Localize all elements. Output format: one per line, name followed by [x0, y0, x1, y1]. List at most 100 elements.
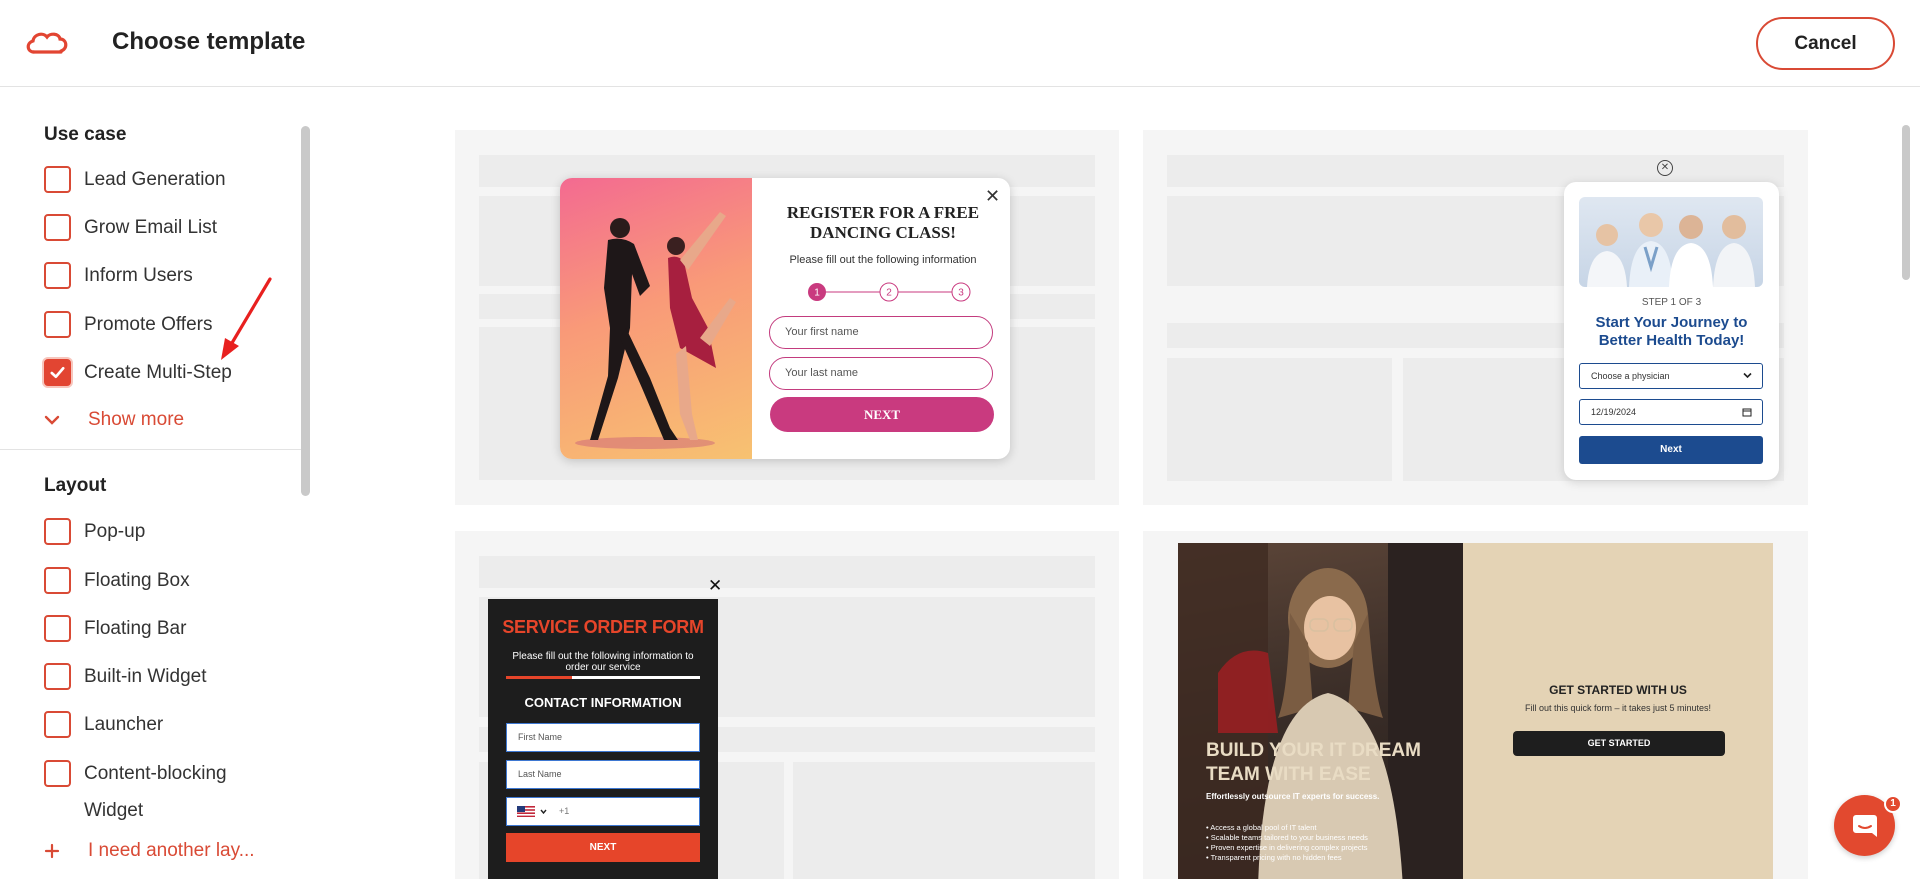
template-card-service-order[interactable]: ✕ SERVICE ORDER FORM Please fill out the… [455, 531, 1119, 879]
step-2: 2 [886, 288, 892, 299]
checkbox[interactable] [44, 759, 71, 787]
section-divider [0, 449, 302, 450]
filter-lead-generation[interactable]: Lead Generation [44, 164, 304, 194]
calendar-icon [1742, 408, 1752, 417]
it-form-title: GET STARTED WITH US [1549, 683, 1687, 697]
filter-label: Pop-up [84, 520, 146, 542]
filter-floating-box[interactable]: Floating Box [44, 565, 304, 595]
annotation-arrow-icon [221, 277, 272, 360]
doctors-image [1587, 213, 1755, 287]
it-popup-preview: BUILD YOUR IT DREAM TEAM WITH EASE Effor… [1178, 543, 1773, 879]
filter-label: Lead Generation [84, 168, 226, 190]
list-item: • Proven expertise in delivering complex… [1206, 843, 1368, 852]
filter-grow-email-list[interactable]: Grow Email List [44, 212, 304, 242]
next-button: NEXT [770, 397, 994, 432]
step-label: STEP 1 OF 3 [1641, 297, 1702, 308]
dancers-image [575, 212, 736, 449]
phone-prefix: +1 [559, 806, 570, 816]
physician-select: Choose a physician [1579, 363, 1763, 389]
notification-badge: 1 [1884, 795, 1902, 813]
chevron-down-icon [44, 415, 60, 425]
doctors-photo [1579, 197, 1763, 287]
template-card-dancing[interactable]: ✕ REGISTER FOR A FREE DANCING CLASS! Ple… [455, 130, 1119, 505]
filter-label: Launcher [84, 713, 164, 735]
checkbox[interactable] [44, 662, 71, 690]
physician-select-value: Choose a physician [1591, 371, 1670, 381]
checkbox[interactable] [44, 614, 71, 642]
service-popup-preview: SERVICE ORDER FORM Please fill out the f… [488, 599, 718, 879]
us-flag-icon [517, 806, 535, 818]
checkbox[interactable] [44, 566, 71, 594]
service-subtitle: Please fill out the following informatio… [512, 651, 694, 673]
filter-floating-bar[interactable]: Floating Bar [44, 613, 304, 643]
placeholder-block [1167, 358, 1392, 481]
checkbox[interactable] [44, 261, 71, 289]
filter-pop-up[interactable]: Pop-up [44, 516, 304, 546]
filter-content-blocking-widget[interactable]: Content-blocking [44, 758, 304, 788]
it-form-subtitle: Fill out this quick form – it takes just… [1524, 703, 1712, 713]
date-field: 12/19/2024 [1579, 399, 1763, 425]
chevron-down-icon [539, 809, 547, 815]
first-name-field: Your first name [769, 316, 993, 349]
filter-label: Floating Box [84, 569, 190, 591]
show-more-label: Show more [88, 409, 185, 430]
sidebar-scrollbar[interactable] [301, 126, 310, 496]
dance-title: REGISTER FOR A FREE DANCING CLASS! [786, 203, 980, 242]
next-button: NEXT [506, 833, 700, 862]
health-title: Start Your Journey to Better Health Toda… [1595, 314, 1748, 349]
template-card-it-team[interactable]: BUILD YOUR IT DREAM TEAM WITH EASE Effor… [1143, 531, 1808, 879]
main-scrollbar[interactable] [1902, 125, 1910, 280]
filter-label: Inform Users [84, 264, 193, 286]
checkbox[interactable] [44, 165, 71, 193]
placeholder-block [793, 762, 1095, 879]
show-more-button[interactable]: Show more [44, 409, 184, 431]
checkbox[interactable] [44, 710, 71, 738]
next-button: Next [1579, 436, 1763, 464]
progress-bar [506, 676, 700, 679]
filter-launcher[interactable]: Launcher [44, 709, 304, 739]
list-item: • Scalable teams tailored to your busine… [1206, 833, 1368, 842]
date-value: 12/19/2024 [1591, 407, 1637, 417]
chat-icon [1852, 814, 1877, 837]
phone-field: +1 [506, 797, 700, 826]
cancel-button[interactable]: Cancel [1756, 17, 1895, 70]
dance-photo [560, 178, 752, 459]
logo-cloud-icon[interactable] [24, 28, 70, 58]
placeholder-block [479, 556, 1095, 588]
layout-title: Layout [44, 475, 107, 496]
dance-popup-preview: ✕ REGISTER FOR A FREE DANCING CLASS! Ple… [560, 178, 1010, 459]
it-photo-panel: BUILD YOUR IT DREAM TEAM WITH EASE Effor… [1178, 543, 1463, 879]
step-1: 1 [814, 288, 820, 299]
filter-label: Create Multi-Step [84, 361, 232, 383]
step-3: 3 [958, 288, 964, 299]
filter-label: Promote Offers [84, 313, 213, 335]
it-benefits-list: • Access a global pool of IT talent • Sc… [1206, 823, 1456, 863]
use-case-title: Use case [44, 124, 127, 145]
filter-create-multi-step[interactable]: Create Multi-Step [44, 357, 304, 387]
plus-icon [44, 843, 60, 859]
close-icon: ✕ [1657, 160, 1673, 176]
template-card-health[interactable]: ✕ STEP 1 OF 3 Start Your Journey to Bett… [1143, 130, 1808, 505]
filter-label: Built-in Widget [84, 665, 207, 687]
need-another-layout-button[interactable]: I need another lay... [44, 840, 255, 862]
filter-label-line2: Widget [84, 800, 144, 821]
filter-label: Content-blocking [84, 762, 227, 784]
list-item: • Transparent pricing with no hidden fee… [1206, 853, 1342, 862]
checkmark-icon [50, 366, 65, 378]
filter-built-in-widget[interactable]: Built-in Widget [44, 661, 304, 691]
checkbox-checked[interactable] [44, 358, 71, 386]
filter-label: Floating Bar [84, 617, 187, 639]
page-title: Choose template [112, 28, 306, 55]
filter-sidebar: Use case Lead Generation Grow Email List… [0, 88, 315, 879]
list-item: • Access a global pool of IT talent [1206, 823, 1317, 832]
need-another-label: I need another lay... [88, 840, 255, 861]
last-name-field: Your last name [769, 357, 993, 390]
checkbox[interactable] [44, 517, 71, 545]
first-name-field: First Name [506, 723, 700, 752]
step-indicator: 1 2 3 [808, 282, 971, 302]
get-started-button: GET STARTED [1513, 731, 1725, 756]
checkbox[interactable] [44, 213, 71, 241]
contact-section-title: CONTACT INFORMATION [524, 695, 682, 710]
checkbox[interactable] [44, 310, 71, 338]
header: Choose template Cancel [0, 0, 1920, 87]
